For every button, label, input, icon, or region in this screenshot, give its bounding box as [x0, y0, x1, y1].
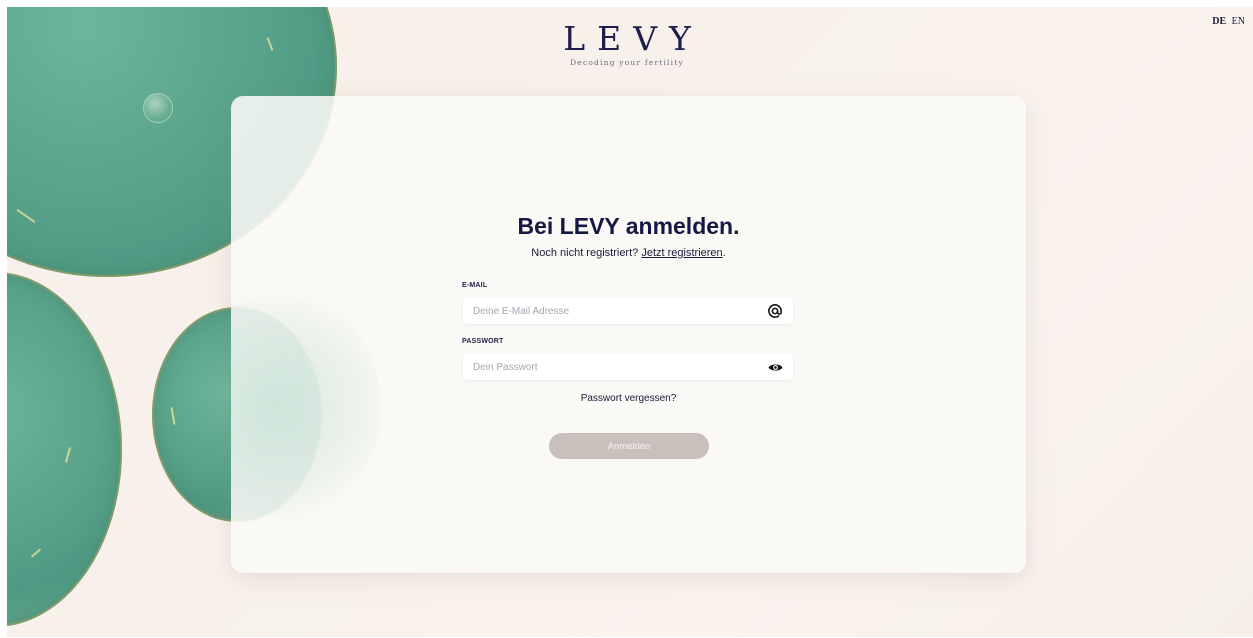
- register-link[interactable]: Jetzt registrieren: [641, 247, 722, 259]
- email-field-container: [463, 298, 793, 324]
- at-sign-icon: [767, 303, 783, 319]
- logo-tagline: Decoding your fertility: [570, 58, 684, 67]
- page-title: Bei LEVY anmelden.: [517, 213, 740, 239]
- logo-wordmark: LEVY: [563, 19, 703, 58]
- register-suffix: .: [722, 247, 726, 259]
- login-page: DE EN LEVY Decoding your fertility Bei L…: [7, 7, 1253, 637]
- language-switch: DE EN: [1209, 16, 1245, 27]
- register-prompt: Noch nicht registriert? Jetzt registrier…: [231, 247, 1026, 259]
- password-label: PASSWORT: [462, 338, 504, 345]
- email-field[interactable]: [463, 298, 763, 324]
- email-label: E-MAIL: [462, 282, 488, 289]
- password-field-container: [463, 354, 793, 380]
- register-prompt-text: Noch nicht registriert?: [531, 247, 639, 259]
- login-card: Bei LEVY anmelden. Noch nicht registrier…: [231, 96, 1026, 573]
- login-button[interactable]: Anmelden: [549, 433, 709, 459]
- decorative-glow: [231, 286, 381, 526]
- language-option-de[interactable]: DE: [1212, 16, 1226, 27]
- decorative-green-disc: [7, 272, 122, 627]
- forgot-password-link[interactable]: Passwort vergessen?: [231, 393, 1026, 404]
- brand-logo: LEVY Decoding your fertility: [527, 19, 727, 68]
- language-option-en[interactable]: EN: [1232, 16, 1245, 27]
- eye-icon[interactable]: [767, 359, 783, 375]
- decorative-bubble: [143, 93, 173, 123]
- password-field[interactable]: [463, 354, 763, 380]
